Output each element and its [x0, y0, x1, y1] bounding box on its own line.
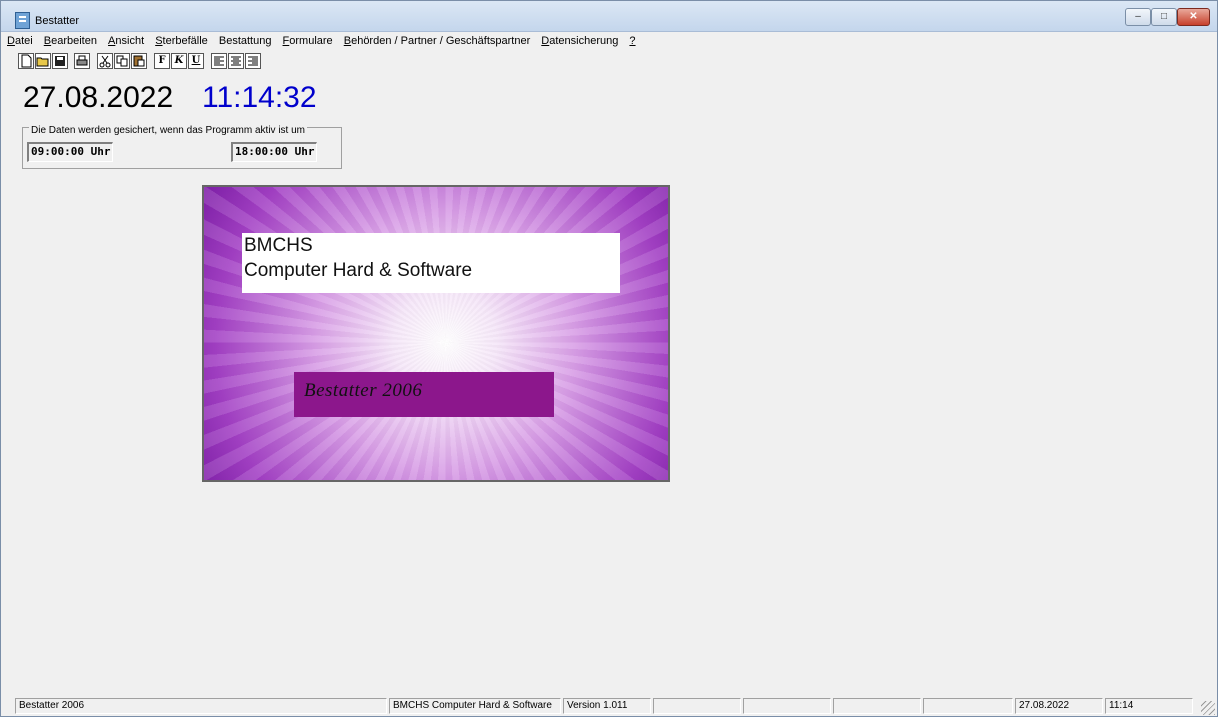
menu-sterbefaelle[interactable]: Sterbefälle: [155, 35, 208, 47]
cut-icon[interactable]: [97, 53, 113, 69]
menu-bearbeiten[interactable]: Bearbeiten: [44, 35, 97, 47]
menu-formulare-label: ormulare: [289, 35, 333, 47]
backup-time-2-field[interactable]: 18:00:00 Uhr: [231, 142, 317, 162]
status-time: 11:14: [1105, 698, 1193, 714]
resize-grip[interactable]: [1201, 701, 1215, 715]
print-icon-glyph: [76, 55, 88, 66]
align-left-icon-glyph: [214, 56, 224, 66]
underline-button[interactable]: U: [188, 53, 204, 69]
company-subtitle: Computer Hard & Software: [244, 260, 473, 281]
menu-datensicherung-label: atensicherung: [549, 35, 619, 47]
backup-time-1-field[interactable]: 09:00:00 Uhr: [27, 142, 113, 162]
menu-help[interactable]: ?: [629, 35, 635, 47]
menu-bestattung[interactable]: Bestattung: [219, 35, 272, 47]
menu-behoerden-mnemonic: B: [343, 35, 352, 47]
align-center-icon[interactable]: [228, 53, 244, 69]
paste-icon[interactable]: [131, 53, 147, 69]
copy-icon[interactable]: [114, 53, 130, 69]
open-folder-icon-glyph: [36, 57, 49, 67]
print-icon[interactable]: [74, 53, 90, 69]
status-company: BMCHS Computer Hard & Software: [389, 698, 561, 714]
backup-schedule-label: Die Daten werden gesichert, wenn das Pro…: [29, 125, 308, 136]
open-folder-icon[interactable]: [35, 53, 51, 69]
current-date: 27.08.2022: [23, 81, 174, 114]
menu-bearbeiten-mnemonic: B: [43, 35, 52, 47]
app-icon[interactable]: [15, 12, 30, 29]
status-version: Version 1.011: [563, 698, 651, 714]
status-panel-empty-1: [653, 698, 741, 714]
menu-datei-label: atei: [14, 35, 33, 47]
italic-button[interactable]: K: [171, 53, 187, 69]
paste-icon-glyph: [133, 55, 145, 67]
align-left-icon[interactable]: [211, 53, 227, 69]
align-right-icon[interactable]: [245, 53, 261, 69]
maximize-button[interactable]: □: [1151, 8, 1177, 26]
menu-datei[interactable]: Datei: [7, 35, 33, 47]
menu-datei-mnemonic: D: [7, 35, 15, 47]
menu-bearbeiten-label: earbeiten: [51, 35, 97, 47]
menu-sterbefaelle-label: terbefälle: [162, 35, 208, 47]
copy-icon-glyph: [116, 55, 128, 67]
menu-sterbefaelle-mnemonic: S: [155, 35, 163, 47]
status-date: 27.08.2022: [1015, 698, 1103, 714]
align-center-icon-glyph: [231, 56, 241, 66]
menu-bar: Datei Bearbeiten Ansicht Sterbefälle Bes…: [5, 35, 642, 51]
backup-schedule-group: Die Daten werden gesichert, wenn das Pro…: [22, 125, 342, 169]
menu-help-mnemonic: ?: [629, 35, 636, 47]
main-window: Bestatter – □ ✕ Datei Bearbeiten Ansicht…: [0, 0, 1218, 717]
status-app-name: Bestatter 2006: [15, 698, 387, 714]
product-name: Bestatter 2006: [304, 380, 423, 401]
current-time: 11:14:32: [202, 81, 317, 114]
status-bar: Bestatter 2006 BMCHS Computer Hard & Sof…: [15, 698, 1215, 714]
menu-ansicht[interactable]: Ansicht: [108, 35, 144, 47]
menu-formulare[interactable]: Formulare: [283, 35, 333, 47]
bold-button[interactable]: F: [154, 53, 170, 69]
menu-behoerden[interactable]: Behörden / Partner / Geschäftspartner: [344, 35, 531, 47]
save-icon[interactable]: [52, 53, 68, 69]
menu-behoerden-label: ehörden / Partner / Geschäftspartner: [351, 35, 531, 47]
menu-bestattung-label: Bestattung: [218, 35, 272, 47]
company-box: BMCHS Computer Hard & Software: [242, 233, 620, 293]
save-icon-glyph: [55, 56, 65, 66]
product-box: Bestatter 2006: [294, 372, 554, 417]
close-button[interactable]: ✕: [1177, 8, 1210, 26]
window-title: Bestatter: [35, 15, 80, 27]
new-document-icon-glyph: [21, 54, 32, 68]
cut-icon-glyph: [99, 55, 111, 68]
new-document-icon[interactable]: [18, 53, 34, 69]
menu-ansicht-label: nsicht: [115, 35, 145, 47]
title-bar[interactable]: Bestatter – □ ✕: [1, 1, 1217, 32]
splash-image: BMCHS Computer Hard & Software Bestatter…: [202, 185, 670, 482]
status-panel-empty-3: [833, 698, 921, 714]
menu-datensicherung[interactable]: Datensicherung: [541, 35, 618, 47]
company-name: BMCHS: [244, 235, 313, 256]
status-panel-empty-2: [743, 698, 831, 714]
status-panel-empty-4: [923, 698, 1013, 714]
minimize-button[interactable]: –: [1125, 8, 1151, 26]
align-right-icon-glyph: [248, 56, 258, 66]
